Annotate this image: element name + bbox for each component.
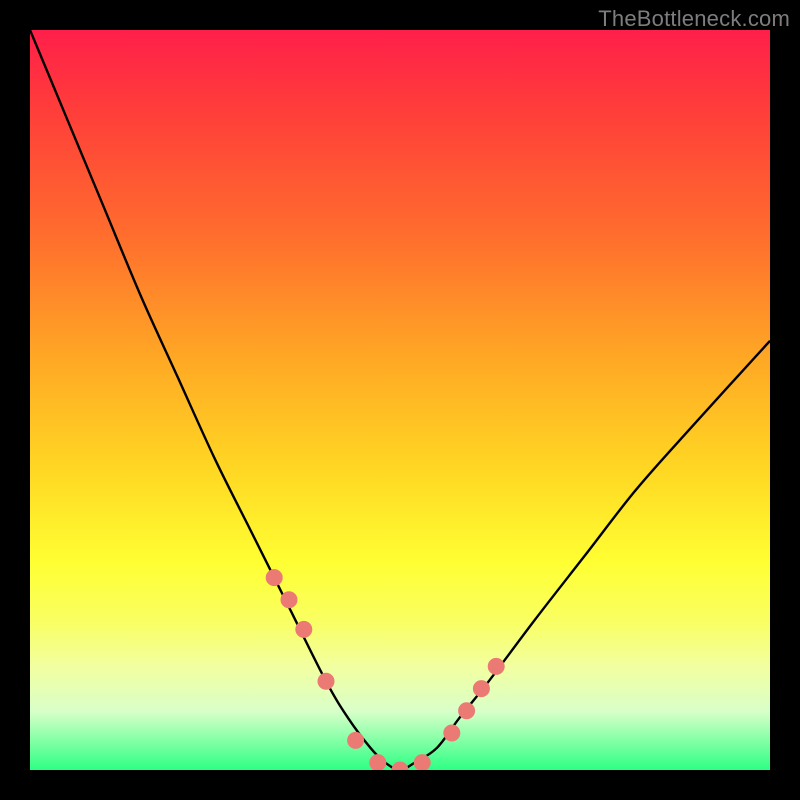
marker-point xyxy=(392,762,408,770)
marker-point xyxy=(473,681,489,697)
bottleneck-curve xyxy=(30,30,770,770)
marker-point xyxy=(370,755,386,770)
curve-svg xyxy=(30,30,770,770)
highlighted-markers xyxy=(266,570,504,770)
marker-point xyxy=(348,732,364,748)
marker-point xyxy=(488,658,504,674)
marker-point xyxy=(296,621,312,637)
marker-point xyxy=(414,755,430,770)
marker-point xyxy=(318,673,334,689)
chart-frame: TheBottleneck.com xyxy=(0,0,800,800)
marker-point xyxy=(266,570,282,586)
marker-point xyxy=(444,725,460,741)
watermark-text: TheBottleneck.com xyxy=(598,6,790,32)
plot-area xyxy=(30,30,770,770)
marker-point xyxy=(459,703,475,719)
marker-point xyxy=(281,592,297,608)
